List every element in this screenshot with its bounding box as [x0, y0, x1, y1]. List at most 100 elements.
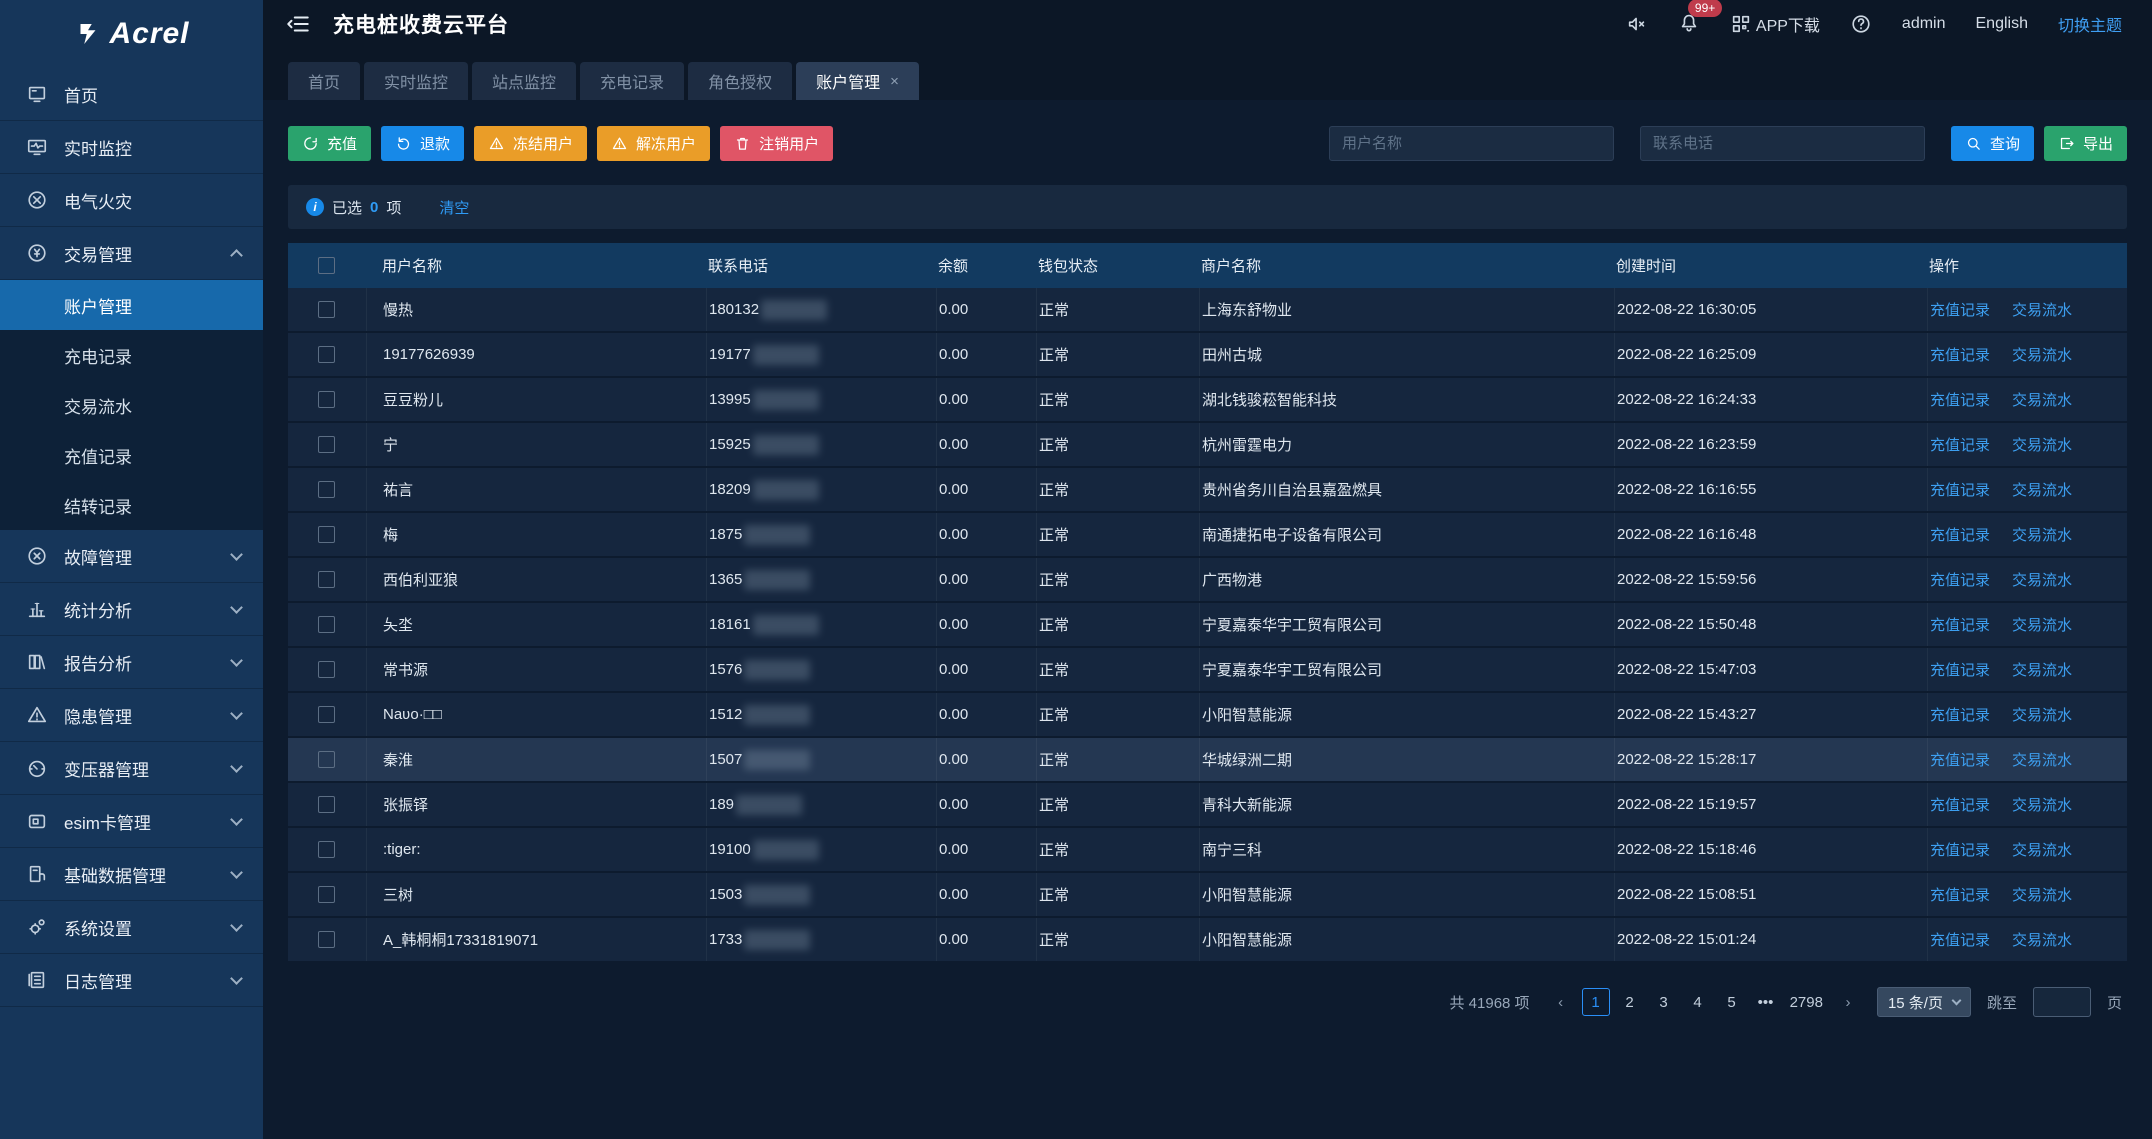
recharge-record-link[interactable]: 充值记录: [1930, 299, 1990, 320]
sidebar-item[interactable]: 首页: [0, 68, 263, 121]
transaction-flow-link[interactable]: 交易流水: [2012, 434, 2072, 455]
sidebar-subitem[interactable]: 结转记录: [0, 480, 263, 530]
notifications-button[interactable]: 99+: [1678, 11, 1700, 38]
row-checkbox[interactable]: [318, 346, 335, 363]
recharge-record-link[interactable]: 充值记录: [1930, 434, 1990, 455]
sidebar-collapse-icon[interactable]: [285, 11, 311, 37]
select-all-checkbox[interactable]: [318, 257, 335, 274]
row-checkbox[interactable]: [318, 571, 335, 588]
transaction-flow-link[interactable]: 交易流水: [2012, 929, 2072, 950]
page-number[interactable]: 2798: [1786, 988, 1827, 1016]
jump-page-input[interactable]: [2033, 987, 2091, 1017]
username[interactable]: admin: [1902, 15, 1946, 33]
page-number[interactable]: 3: [1650, 988, 1678, 1016]
tab[interactable]: 充电记录: [580, 62, 684, 100]
next-page-button[interactable]: ›: [1835, 994, 1861, 1011]
sidebar-item[interactable]: 实时监控: [0, 121, 263, 174]
transaction-flow-link[interactable]: 交易流水: [2012, 884, 2072, 905]
transaction-flow-link[interactable]: 交易流水: [2012, 479, 2072, 500]
transaction-flow-link[interactable]: 交易流水: [2012, 749, 2072, 770]
page-number[interactable]: 2: [1616, 988, 1644, 1016]
language-switch[interactable]: English: [1976, 15, 2028, 33]
search-button[interactable]: 查询: [1951, 126, 2034, 161]
recharge-record-link[interactable]: 充值记录: [1930, 389, 1990, 410]
sidebar-item[interactable]: 电气火灾: [0, 174, 263, 227]
recharge-record-link[interactable]: 充值记录: [1930, 749, 1990, 770]
row-checkbox[interactable]: [318, 706, 335, 723]
row-checkbox[interactable]: [318, 751, 335, 768]
sidebar-item[interactable]: 故障管理: [0, 530, 263, 583]
deactivate-user-button[interactable]: 注销用户: [720, 126, 833, 161]
mute-icon[interactable]: [1626, 13, 1648, 35]
transaction-flow-link[interactable]: 交易流水: [2012, 344, 2072, 365]
sidebar-subitem[interactable]: 账户管理: [0, 280, 263, 330]
help-icon[interactable]: [1850, 13, 1872, 35]
page-size-select[interactable]: 15 条/页: [1877, 987, 1971, 1017]
sidebar-item[interactable]: 基础数据管理: [0, 848, 263, 901]
transaction-flow-link[interactable]: 交易流水: [2012, 659, 2072, 680]
recharge-record-link[interactable]: 充值记录: [1930, 569, 1990, 590]
row-checkbox[interactable]: [318, 661, 335, 678]
app-download-button[interactable]: APP下载: [1730, 12, 1820, 36]
sidebar-item[interactable]: 变压器管理: [0, 742, 263, 795]
recharge-button[interactable]: 充值: [288, 126, 371, 161]
transaction-flow-link[interactable]: 交易流水: [2012, 614, 2072, 635]
tab-close-icon[interactable]: ×: [890, 73, 899, 90]
row-checkbox[interactable]: [318, 886, 335, 903]
theme-switch-link[interactable]: 切换主题: [2058, 12, 2122, 36]
sidebar-subitem[interactable]: 交易流水: [0, 380, 263, 430]
sidebar-item[interactable]: 系统设置: [0, 901, 263, 954]
page-number[interactable]: 5: [1718, 988, 1746, 1016]
sidebar-item[interactable]: 隐患管理: [0, 689, 263, 742]
prev-page-button[interactable]: ‹: [1548, 994, 1574, 1011]
recharge-record-link[interactable]: 充值记录: [1930, 929, 1990, 950]
recharge-record-link[interactable]: 充值记录: [1930, 614, 1990, 635]
sidebar-item[interactable]: 报告分析: [0, 636, 263, 689]
sidebar-item[interactable]: 交易管理: [0, 227, 263, 280]
row-checkbox[interactable]: [318, 436, 335, 453]
recharge-record-link[interactable]: 充值记录: [1930, 704, 1990, 725]
tab[interactable]: 角色授权: [688, 62, 792, 100]
export-button[interactable]: 导出: [2044, 126, 2127, 161]
row-checkbox[interactable]: [318, 526, 335, 543]
row-checkbox[interactable]: [318, 931, 335, 948]
transaction-flow-link[interactable]: 交易流水: [2012, 524, 2072, 545]
sidebar-item[interactable]: 统计分析: [0, 583, 263, 636]
transaction-flow-link[interactable]: 交易流水: [2012, 839, 2072, 860]
phone-filter-input[interactable]: [1640, 126, 1925, 161]
sidebar-subitem[interactable]: 充电记录: [0, 330, 263, 380]
tab[interactable]: 实时监控: [364, 62, 468, 100]
tab[interactable]: 账户管理 ×: [796, 62, 919, 100]
recharge-record-link[interactable]: 充值记录: [1930, 524, 1990, 545]
recharge-record-link[interactable]: 充值记录: [1930, 344, 1990, 365]
tab[interactable]: 首页: [288, 62, 360, 100]
transaction-flow-link[interactable]: 交易流水: [2012, 569, 2072, 590]
recharge-record-link[interactable]: 充值记录: [1930, 884, 1990, 905]
transaction-flow-link[interactable]: 交易流水: [2012, 299, 2072, 320]
recharge-record-link[interactable]: 充值记录: [1930, 659, 1990, 680]
row-checkbox[interactable]: [318, 481, 335, 498]
freeze-user-button[interactable]: 冻结用户: [474, 126, 587, 161]
row-checkbox[interactable]: [318, 301, 335, 318]
row-checkbox[interactable]: [318, 796, 335, 813]
tab[interactable]: 站点监控: [472, 62, 576, 100]
row-checkbox[interactable]: [318, 616, 335, 633]
clear-selection-link[interactable]: 清空: [439, 197, 469, 218]
sidebar-item[interactable]: esim卡管理: [0, 795, 263, 848]
page-number[interactable]: 1: [1582, 988, 1610, 1016]
refund-button[interactable]: 退款: [381, 126, 464, 161]
transaction-flow-link[interactable]: 交易流水: [2012, 794, 2072, 815]
recharge-record-link[interactable]: 充值记录: [1930, 839, 1990, 860]
recharge-record-link[interactable]: 充值记录: [1930, 479, 1990, 500]
sidebar-item[interactable]: 日志管理: [0, 954, 263, 1007]
transaction-flow-link[interactable]: 交易流水: [2012, 704, 2072, 725]
sidebar-subitem[interactable]: 充值记录: [0, 430, 263, 480]
recharge-record-link[interactable]: 充值记录: [1930, 794, 1990, 815]
transaction-flow-link[interactable]: 交易流水: [2012, 389, 2072, 410]
row-checkbox[interactable]: [318, 391, 335, 408]
page-number[interactable]: 4: [1684, 988, 1712, 1016]
page-number[interactable]: •••: [1752, 988, 1780, 1016]
row-checkbox[interactable]: [318, 841, 335, 858]
username-filter-input[interactable]: [1329, 126, 1614, 161]
unfreeze-user-button[interactable]: 解冻用户: [597, 126, 710, 161]
